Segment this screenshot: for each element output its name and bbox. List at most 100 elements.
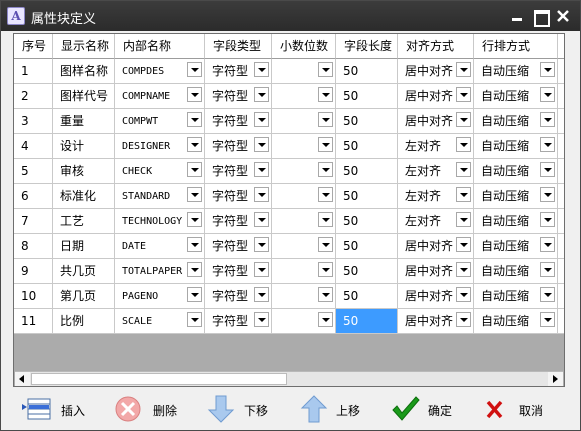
cell-layout-mode[interactable]: 自动压缩 (474, 184, 558, 209)
dropdown-arrow-icon[interactable] (254, 212, 269, 227)
move-down-button[interactable]: 下移 (206, 393, 286, 425)
cell-field-length[interactable]: 50 (336, 134, 398, 159)
cell-display-name[interactable]: 第几页 (53, 284, 115, 309)
cell-decimals[interactable] (272, 159, 336, 184)
cell-display-name[interactable]: 比例 (53, 309, 115, 334)
cell-no[interactable]: 4 (14, 134, 53, 159)
cell-display-name[interactable]: 标准化 (53, 184, 115, 209)
ok-button[interactable]: 确定 (391, 393, 471, 425)
dropdown-arrow-icon[interactable] (540, 262, 555, 277)
cell-layout-mode[interactable]: 自动压缩 (474, 84, 558, 109)
dropdown-arrow-icon[interactable] (540, 312, 555, 327)
cell-field-length[interactable]: 50 (336, 284, 398, 309)
column-header-display-name[interactable]: 显示名称 (53, 34, 115, 59)
move-up-button[interactable]: 上移 (299, 393, 379, 425)
dropdown-arrow-icon[interactable] (540, 62, 555, 77)
cell-field-length[interactable]: 50 (336, 309, 398, 334)
cell-field-length[interactable]: 50 (336, 84, 398, 109)
dropdown-arrow-icon[interactable] (254, 262, 269, 277)
dropdown-arrow-icon[interactable] (456, 287, 471, 302)
minimize-icon[interactable] (508, 7, 526, 25)
cell-internal-name[interactable]: SCALE (115, 309, 205, 334)
dropdown-arrow-icon[interactable] (540, 187, 555, 202)
dropdown-arrow-icon[interactable] (254, 287, 269, 302)
cell-field-type[interactable]: 字符型 (205, 84, 272, 109)
cell-layout-mode[interactable]: 自动压缩 (474, 309, 558, 334)
dropdown-arrow-icon[interactable] (540, 112, 555, 127)
cell-no[interactable]: 6 (14, 184, 53, 209)
cell-no[interactable]: 8 (14, 234, 53, 259)
cell-decimals[interactable] (272, 59, 336, 84)
dropdown-arrow-icon[interactable] (187, 187, 202, 202)
cell-field-type[interactable]: 字符型 (205, 59, 272, 84)
dropdown-arrow-icon[interactable] (187, 137, 202, 152)
scrollbar-thumb[interactable] (31, 373, 287, 385)
dropdown-arrow-icon[interactable] (254, 312, 269, 327)
cell-layout-mode[interactable]: 自动压缩 (474, 284, 558, 309)
cell-extra[interactable]: 默 (558, 234, 564, 259)
cell-extra[interactable]: 默 (558, 284, 564, 309)
dropdown-arrow-icon[interactable] (187, 212, 202, 227)
dropdown-arrow-icon[interactable] (456, 137, 471, 152)
column-header-field-type[interactable]: 字段类型 (205, 34, 272, 59)
dropdown-arrow-icon[interactable] (254, 162, 269, 177)
cell-display-name[interactable]: 图样名称 (53, 59, 115, 84)
dropdown-arrow-icon[interactable] (540, 287, 555, 302)
cell-display-name[interactable]: 重量 (53, 109, 115, 134)
cell-extra[interactable]: 默 (558, 134, 564, 159)
cell-no[interactable]: 1 (14, 59, 53, 84)
cell-decimals[interactable] (272, 84, 336, 109)
scroll-right-icon[interactable] (548, 372, 563, 386)
cell-decimals[interactable] (272, 309, 336, 334)
column-header-field-length[interactable]: 字段长度 (336, 34, 398, 59)
cell-field-length[interactable]: 50 (336, 234, 398, 259)
dropdown-arrow-icon[interactable] (540, 212, 555, 227)
delete-button[interactable]: 删除 (113, 393, 193, 425)
column-header-extra[interactable]: 属 (558, 34, 564, 59)
cell-no[interactable]: 11 (14, 309, 53, 334)
cell-layout-mode[interactable]: 自动压缩 (474, 134, 558, 159)
cell-field-type[interactable]: 字符型 (205, 259, 272, 284)
cell-decimals[interactable] (272, 209, 336, 234)
cell-alignment[interactable]: 居中对齐 (398, 284, 474, 309)
table-row[interactable]: 9 共几页 TOTALPAPER 字符型 50 居中对齐 自动压缩 默 (14, 259, 564, 284)
table-row[interactable]: 3 重量 COMPWT 字符型 50 居中对齐 自动压缩 默 (14, 109, 564, 134)
cell-layout-mode[interactable]: 自动压缩 (474, 59, 558, 84)
cell-layout-mode[interactable]: 自动压缩 (474, 259, 558, 284)
dropdown-arrow-icon[interactable] (456, 87, 471, 102)
table-row[interactable]: 6 标准化 STANDARD 字符型 50 左对齐 自动压缩 默 (14, 184, 564, 209)
cell-internal-name[interactable]: STANDARD (115, 184, 205, 209)
cell-field-type[interactable]: 字符型 (205, 209, 272, 234)
dropdown-arrow-icon[interactable] (318, 112, 333, 127)
cell-field-type[interactable]: 字符型 (205, 284, 272, 309)
cell-internal-name[interactable]: PAGENO (115, 284, 205, 309)
cell-field-length[interactable]: 50 (336, 209, 398, 234)
cell-alignment[interactable]: 左对齐 (398, 184, 474, 209)
cell-field-length[interactable]: 50 (336, 59, 398, 84)
cell-alignment[interactable]: 居中对齐 (398, 84, 474, 109)
dropdown-arrow-icon[interactable] (456, 262, 471, 277)
cell-decimals[interactable] (272, 184, 336, 209)
cell-internal-name[interactable]: DESIGNER (115, 134, 205, 159)
table-row[interactable]: 2 图样代号 COMPNAME 字符型 50 居中对齐 自动压缩 默 (14, 84, 564, 109)
dropdown-arrow-icon[interactable] (254, 87, 269, 102)
dropdown-arrow-icon[interactable] (187, 87, 202, 102)
cell-alignment[interactable]: 居中对齐 (398, 259, 474, 284)
cancel-button[interactable]: 取消 (483, 393, 563, 425)
cell-layout-mode[interactable]: 自动压缩 (474, 109, 558, 134)
cell-alignment[interactable]: 居中对齐 (398, 234, 474, 259)
dropdown-arrow-icon[interactable] (254, 137, 269, 152)
dropdown-arrow-icon[interactable] (456, 162, 471, 177)
cell-decimals[interactable] (272, 234, 336, 259)
cell-no[interactable]: 3 (14, 109, 53, 134)
dropdown-arrow-icon[interactable] (187, 237, 202, 252)
cell-layout-mode[interactable]: 自动压缩 (474, 234, 558, 259)
cell-no[interactable]: 5 (14, 159, 53, 184)
dropdown-arrow-icon[interactable] (456, 62, 471, 77)
cell-internal-name[interactable]: TOTALPAPER (115, 259, 205, 284)
dropdown-arrow-icon[interactable] (254, 187, 269, 202)
dropdown-arrow-icon[interactable] (318, 312, 333, 327)
dropdown-arrow-icon[interactable] (318, 162, 333, 177)
dropdown-arrow-icon[interactable] (254, 237, 269, 252)
cell-extra[interactable]: 默 (558, 309, 564, 334)
